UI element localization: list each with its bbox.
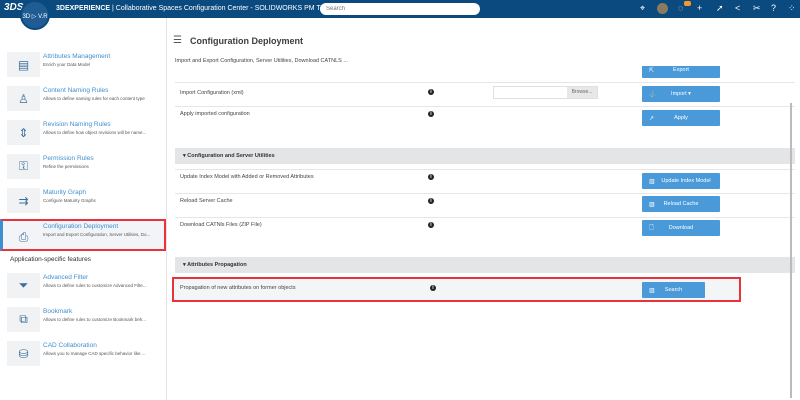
row-label: Download CATNls Files (ZIP File) (180, 222, 262, 228)
avatar[interactable] (657, 3, 668, 14)
item-desc: Allows to define naming rules for each c… (43, 96, 145, 101)
apply-button[interactable]: ↗ Apply (642, 110, 720, 126)
sidebar-item-advanced-filter[interactable]: ⏷ Advanced Filter Allows to define rules t… (0, 273, 166, 303)
item-desc: Allows to define rules to customize Adva… (43, 283, 147, 288)
main-panel: ☰ Configuration Deployment Import and Ex… (170, 18, 800, 400)
section-label: Application-specific features (10, 256, 91, 263)
info-icon[interactable]: i (428, 198, 434, 204)
item-title: Attributes Management (43, 53, 111, 60)
item-title: Permission Rules (43, 155, 94, 162)
scrollbar[interactable] (790, 103, 792, 398)
notification-badge (684, 1, 691, 6)
network-icon[interactable]: < (735, 3, 740, 13)
section-header-attributes-propagation[interactable]: ▾ Attributes Propagation (175, 257, 795, 273)
item-desc: Allows to define rules to customize Book… (43, 317, 147, 322)
page-title: Configuration Deployment (190, 36, 303, 46)
item-desc: Enrich your Data Model (43, 62, 91, 67)
sidebar-item-cad-collaboration[interactable]: ⛁ CAD Collaboration Allows you to manage C… (0, 341, 166, 371)
permission-icon: ⚿ (7, 154, 40, 179)
naming-icon: ♙ (7, 86, 40, 111)
cad-icon: ⛁ (7, 341, 40, 366)
section-header-config-utilities[interactable]: ▾ Configuration and Server Utilities (175, 148, 795, 164)
item-desc: Configure Maturity Graphs (43, 198, 96, 203)
index-icon: ▥ (649, 178, 655, 185)
sidebar-item-revision-naming[interactable]: ⇕ Revision Naming Rules Allows to define h… (0, 120, 166, 150)
sidebar: ▤ Attributes Management Enrich your Data M… (0, 18, 167, 400)
item-desc: Allows to define how object revisions wi… (43, 130, 147, 135)
search-input[interactable] (320, 3, 480, 15)
item-title: Bookmark (43, 308, 73, 315)
search-button[interactable]: ▥ Search (642, 282, 705, 298)
sidebar-item-attributes[interactable]: ▤ Attributes Management Enrich your Data M… (0, 52, 166, 82)
row-label: Import Configuration (xml) (180, 90, 244, 96)
item-title: Advanced Filter (43, 274, 89, 281)
page-subtitle: Import and Export Configuration, Server … (175, 58, 348, 64)
export-button[interactable]: ⇱ Export (642, 66, 720, 78)
item-title: Revision Naming Rules (43, 121, 111, 128)
grid-icon[interactable]: ⁘ (788, 3, 796, 14)
info-icon[interactable]: i (428, 222, 434, 228)
item-desc: Import and Export Configuration, Server … (43, 232, 151, 237)
top-bar: 3DS 3D ▷ V.R 3DEXPERIENCE | Collaborativ… (0, 0, 800, 30)
item-desc: Allows you to manage CAD specific behavi… (43, 351, 146, 356)
info-icon[interactable]: i (428, 174, 434, 180)
app-name: | Collaborative Spaces Configuration Cen… (110, 5, 330, 12)
plus-icon[interactable]: + (697, 3, 702, 13)
info-icon[interactable]: i (428, 89, 434, 95)
notifications-icon[interactable]: ◌ (678, 3, 683, 13)
item-title: Maturity Graph (43, 189, 86, 196)
sidebar-item-content-naming[interactable]: ♙ Content Naming Rules Allows to define na… (0, 86, 166, 116)
import-button[interactable]: ⚓ Import ▾ (642, 86, 720, 102)
info-icon[interactable]: i (430, 285, 436, 291)
update-index-model-button[interactable]: ▥ Update Index Model (642, 173, 720, 189)
image-icon: ▨ (649, 201, 655, 208)
section-title: Configuration and Server Utilities (187, 153, 275, 159)
file-input[interactable]: Browse... (493, 86, 598, 99)
browse-button[interactable]: Browse... (567, 87, 597, 98)
sidebar-item-maturity[interactable]: ⇉ Maturity Graph Configure Maturity Graphs (0, 188, 166, 218)
collapse-menu-icon[interactable]: ☰ (173, 35, 182, 46)
app-title[interactable]: 3DEXPERIENCE | Collaborative Spaces Conf… (56, 4, 337, 12)
item-desc: Refine the permissions (43, 164, 89, 169)
filter-icon: ⏷ (7, 273, 40, 298)
maturity-icon: ⇉ (7, 188, 40, 213)
row-label: Update Index Model with Added or Removed… (180, 174, 314, 180)
section-title: Attributes Propagation (187, 262, 247, 268)
compass-button[interactable]: 3D ▷ V.R (20, 0, 50, 30)
tag-icon[interactable]: ⌖ (640, 3, 645, 14)
search-icon: ▥ (649, 287, 655, 294)
reload-cache-button[interactable]: ▨ Reload Cache (642, 196, 720, 212)
deployment-icon: ⎙ (18, 230, 29, 244)
export-icon: ⇱ (649, 67, 655, 74)
tools-icon[interactable]: ✂ (753, 3, 761, 14)
sidebar-item-configuration-deployment[interactable]: ⎙ Configuration Deployment Import and Expo… (0, 219, 166, 251)
bookmark-icon: ⧉ (7, 307, 40, 332)
row-label: Apply imported configuration (180, 111, 250, 117)
row-label: Propagation of new attributes on former … (180, 285, 296, 291)
button-label: Import (671, 91, 687, 97)
item-title: CAD Collaboration (43, 342, 97, 349)
share-icon[interactable]: ➚ (716, 3, 724, 14)
item-title: Content Naming Rules (43, 87, 109, 94)
file-icon: 🗋 (649, 225, 654, 231)
import-icon: ⚓ (649, 91, 657, 98)
brand: 3DEXPERIENCE (56, 5, 111, 12)
help-icon[interactable]: ? (771, 3, 776, 13)
row-label: Reload Server Cache (180, 198, 233, 204)
sidebar-item-bookmark[interactable]: ⧉ Bookmark Allows to define rules to custo… (0, 307, 166, 337)
info-icon[interactable]: i (428, 111, 434, 117)
sidebar-item-permission[interactable]: ⚿ Permission Rules Refine the permissions (0, 154, 166, 184)
apply-icon: ↗ (649, 115, 655, 122)
item-title: Configuration Deployment (43, 223, 119, 230)
attributes-icon: ▤ (7, 52, 40, 77)
download-button[interactable]: 🗋 Download (642, 220, 720, 236)
revision-icon: ⇕ (7, 120, 40, 145)
